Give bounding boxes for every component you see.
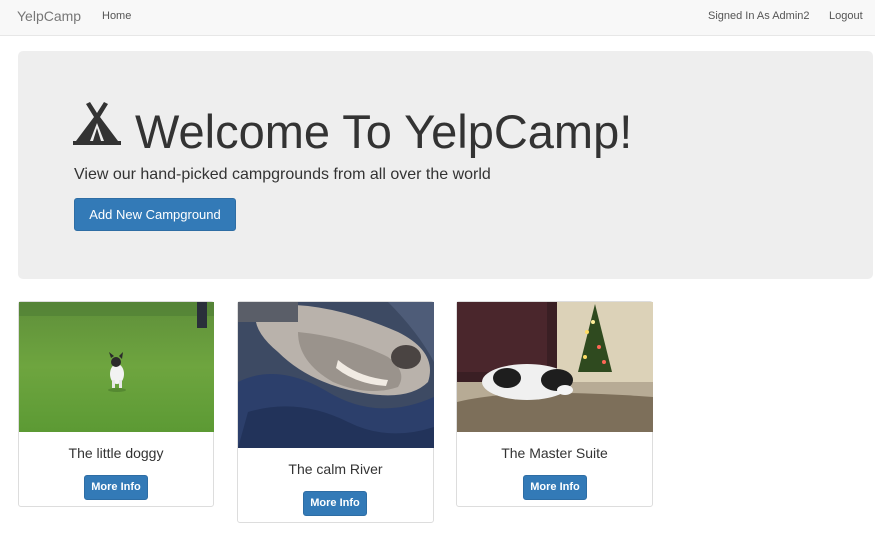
campground-image bbox=[238, 302, 434, 448]
logout-link[interactable]: Logout bbox=[829, 10, 863, 22]
page-subtitle: View our hand-picked campgrounds from al… bbox=[74, 166, 491, 183]
more-info-button[interactable]: More Info bbox=[523, 475, 587, 500]
campground-card: The little doggy More Info bbox=[18, 301, 214, 507]
more-info-button[interactable]: More Info bbox=[303, 491, 367, 516]
page-title: Welcome To YelpCamp! bbox=[135, 105, 633, 158]
campground-title: The Master Suite bbox=[501, 445, 608, 461]
campground-image bbox=[19, 302, 214, 432]
campground-title: The little doggy bbox=[68, 445, 164, 461]
signed-in-link[interactable]: Signed In As Admin2 bbox=[708, 10, 810, 22]
campground-image bbox=[457, 302, 653, 432]
campground-card: The Master Suite More Info bbox=[456, 301, 653, 507]
campground-title: The calm River bbox=[288, 461, 383, 477]
more-info-button[interactable]: More Info bbox=[84, 475, 148, 500]
tent-icon bbox=[73, 102, 121, 145]
navbar: YelpCamp Home Signed In As Admin2 Logout bbox=[0, 0, 875, 36]
campground-card: The calm River More Info bbox=[237, 301, 434, 523]
add-campground-button[interactable]: Add New Campground bbox=[74, 198, 236, 231]
jumbotron bbox=[18, 51, 873, 279]
brand-link[interactable]: YelpCamp bbox=[17, 8, 81, 24]
nav-home-link[interactable]: Home bbox=[102, 10, 131, 22]
